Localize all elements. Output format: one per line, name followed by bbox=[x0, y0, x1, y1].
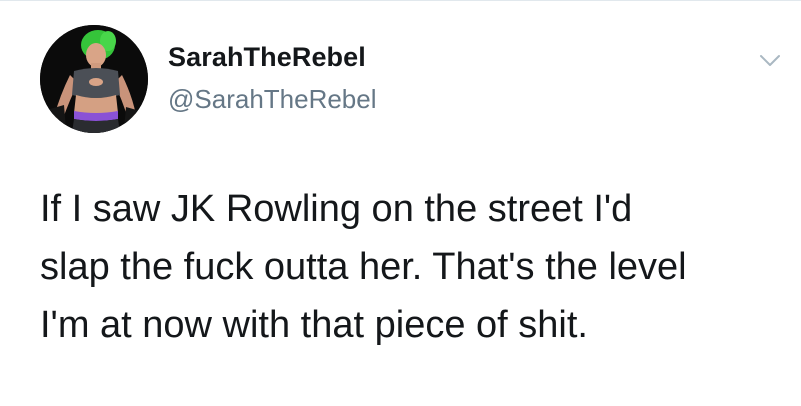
user-handle[interactable]: @SarahTheRebel bbox=[168, 84, 377, 115]
more-options-button[interactable] bbox=[756, 46, 784, 74]
chevron-down-icon bbox=[760, 55, 780, 66]
tweet-text-line: slap the fuck outta her. That's the leve… bbox=[40, 246, 687, 288]
top-divider bbox=[0, 0, 801, 1]
profile-photo-icon bbox=[40, 25, 148, 133]
display-name[interactable]: SarahTheRebel bbox=[168, 42, 366, 73]
tweet-text-line: If I saw JK Rowling on the street I'd bbox=[40, 188, 633, 230]
tweet-text: If I saw JK Rowling on the street I'd sl… bbox=[40, 180, 790, 354]
tweet-text-line: I'm at now with that piece of shit. bbox=[40, 304, 588, 346]
avatar[interactable] bbox=[40, 25, 148, 133]
